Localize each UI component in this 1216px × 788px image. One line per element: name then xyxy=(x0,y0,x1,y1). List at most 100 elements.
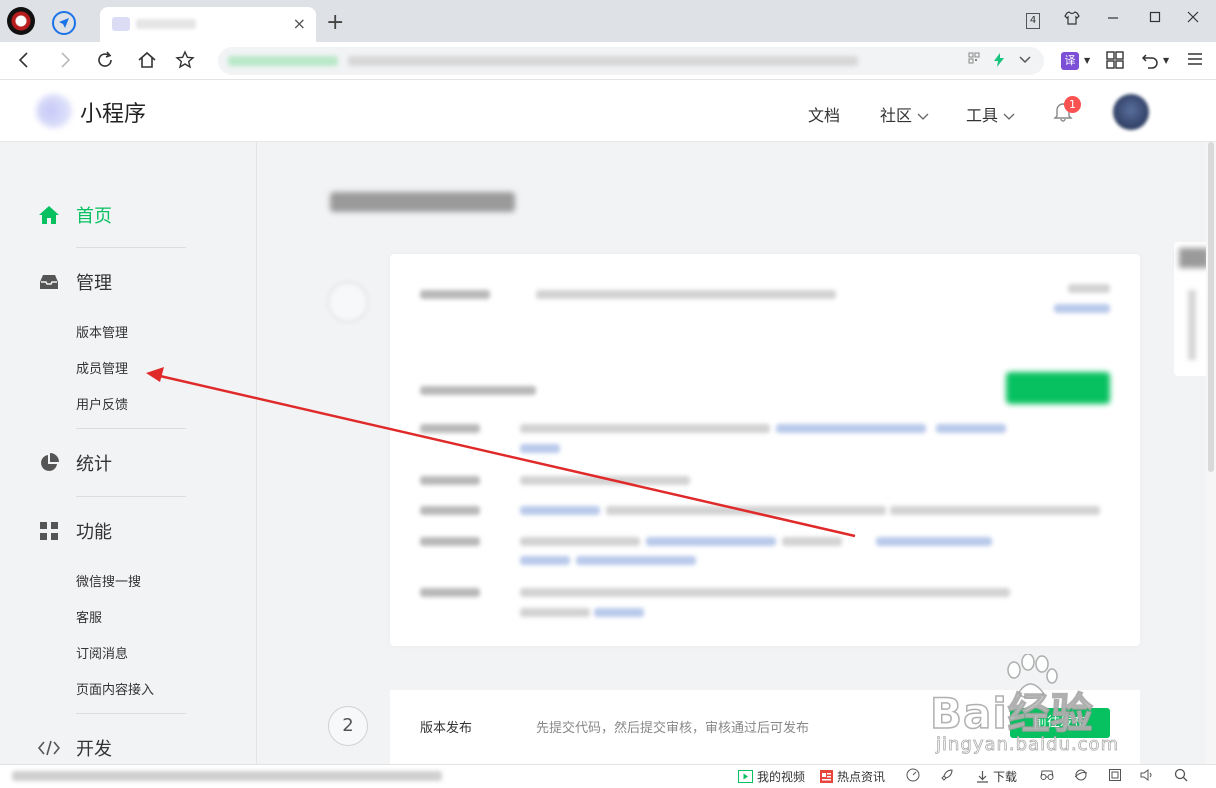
sidebar-item-label: 功能 xyxy=(76,522,112,543)
status-url xyxy=(12,771,442,781)
release-description: 先提交代码，然后提交审核，审核通过后可发布 xyxy=(536,721,810,736)
tab-count-icon[interactable]: 4 xyxy=(1026,13,1040,29)
browser-ie-icon[interactable] xyxy=(1074,768,1088,786)
reload-icon[interactable] xyxy=(95,50,115,75)
code-icon xyxy=(38,737,60,759)
download-icon xyxy=(977,771,988,783)
setup-card xyxy=(390,254,1140,646)
sidebar-divider xyxy=(76,428,186,429)
my-video-button[interactable]: 我的视频 xyxy=(738,768,805,785)
download-button[interactable]: 下载 xyxy=(976,768,1017,785)
rocket-icon[interactable] xyxy=(940,768,954,786)
sidebar-item-wechat-search[interactable]: 微信搜一搜 xyxy=(76,571,141,590)
translate-icon[interactable]: 译 xyxy=(1061,52,1079,70)
home-icon xyxy=(38,204,60,226)
sidebar: 首页 管理 版本管理 成员管理 用户反馈 统计 功能 微信搜一搜 客服 订阅消息… xyxy=(0,142,257,764)
url-text xyxy=(348,56,858,66)
navigation-arrow-icon[interactable] xyxy=(52,11,76,35)
sidebar-item-subscription-messages[interactable]: 订阅消息 xyxy=(76,643,128,662)
sidebar-item-manage[interactable]: 管理 xyxy=(38,269,112,295)
nav-docs[interactable]: 文档 xyxy=(808,102,840,126)
scrollbar-thumb[interactable] xyxy=(1208,142,1214,472)
sidebar-divider xyxy=(76,496,186,497)
nav-community[interactable]: 社区 xyxy=(880,102,929,126)
blurred-action-button[interactable] xyxy=(1006,372,1110,404)
sidebar-item-home[interactable]: 首页 xyxy=(38,202,112,228)
qr-code-icon[interactable] xyxy=(968,52,980,68)
avatar[interactable] xyxy=(1113,94,1149,130)
sidebar-item-member-management[interactable]: 成员管理 xyxy=(76,358,128,377)
chevron-down-icon xyxy=(917,113,929,120)
security-badge xyxy=(228,56,338,66)
speed-icon[interactable] xyxy=(906,768,920,786)
back-icon[interactable] xyxy=(14,50,34,75)
browser-status-bar: 我的视频 热点资讯 下载 xyxy=(0,764,1216,788)
menu-icon[interactable] xyxy=(1186,50,1204,73)
download-label: 下载 xyxy=(993,770,1018,784)
nav-tools-label: 工具 xyxy=(966,106,999,125)
active-tab[interactable]: × xyxy=(100,7,316,42)
tab-close-icon[interactable]: × xyxy=(293,14,306,33)
release-title: 版本发布 xyxy=(420,721,473,736)
sidebar-item-user-feedback[interactable]: 用户反馈 xyxy=(76,394,128,413)
chevron-down-icon xyxy=(1003,113,1015,120)
hot-news-button[interactable]: 热点资讯 xyxy=(820,768,885,785)
home-button-icon[interactable] xyxy=(137,50,157,75)
inbox-icon xyxy=(38,271,60,293)
baidu-watermark: Bai经验 jingyan.baidu.com xyxy=(929,654,1180,764)
news-icon xyxy=(820,770,833,783)
step-number xyxy=(328,282,368,322)
window-icon[interactable] xyxy=(1108,768,1122,786)
lightning-icon[interactable] xyxy=(992,52,1006,72)
sidebar-item-customer-service[interactable]: 客服 xyxy=(76,607,102,626)
translate-dropdown-icon[interactable]: ▼ xyxy=(1084,56,1090,65)
maximize-icon[interactable] xyxy=(1148,10,1162,28)
undo-dropdown-icon[interactable]: ▼ xyxy=(1163,56,1169,65)
tab-favicon-icon xyxy=(112,17,130,31)
scrollbar[interactable] xyxy=(1206,142,1216,764)
brand-name[interactable]: 小程序 xyxy=(80,96,146,128)
tab-title xyxy=(136,19,196,29)
grid-icon xyxy=(38,520,60,542)
forward-icon[interactable] xyxy=(55,50,75,75)
chevron-down-icon[interactable] xyxy=(1018,52,1032,70)
sidebar-item-features[interactable]: 功能 xyxy=(38,518,112,544)
glasses-icon[interactable] xyxy=(1040,768,1054,786)
sidebar-item-page-content-access[interactable]: 页面内容接入 xyxy=(76,679,154,698)
skin-icon[interactable] xyxy=(1064,10,1080,30)
browser-tab-bar: × + 4 xyxy=(0,0,1216,42)
sidebar-item-label: 统计 xyxy=(76,454,112,475)
site-header: 小程序 文档 社区 工具 1 xyxy=(0,80,1216,142)
sidebar-item-development[interactable]: 开发 xyxy=(38,735,112,761)
sidebar-divider xyxy=(76,713,186,714)
watermark-url: jingyan.baidu.com xyxy=(936,734,1120,756)
close-window-icon[interactable] xyxy=(1186,10,1200,28)
browser-logo-icon[interactable] xyxy=(7,7,35,35)
notification-badge: 1 xyxy=(1064,96,1081,113)
nav-tools[interactable]: 工具 xyxy=(966,102,1015,126)
volume-icon[interactable] xyxy=(1140,768,1154,786)
minimize-icon[interactable] xyxy=(1106,10,1120,28)
search-icon[interactable] xyxy=(1174,768,1188,786)
page-title xyxy=(330,192,515,212)
watermark-text: Bai经验 xyxy=(929,688,1094,739)
bookmark-star-icon[interactable] xyxy=(175,50,195,75)
my-video-label: 我的视频 xyxy=(757,770,806,784)
sidebar-item-label: 首页 xyxy=(76,206,112,227)
sidebar-item-label: 管理 xyxy=(76,273,112,294)
browser-toolbar: 译 ▼ ▼ xyxy=(0,42,1216,80)
sidebar-divider xyxy=(76,247,186,248)
pie-chart-icon xyxy=(38,452,60,474)
apps-grid-icon[interactable] xyxy=(1105,50,1125,75)
step-2-number: 2 xyxy=(328,706,368,746)
sidebar-item-version-management[interactable]: 版本管理 xyxy=(76,322,128,341)
nav-community-label: 社区 xyxy=(880,106,913,125)
new-tab-button[interactable]: + xyxy=(326,10,344,35)
sidebar-item-label: 开发 xyxy=(76,739,112,760)
brand-logo-icon[interactable] xyxy=(36,94,72,128)
address-bar[interactable] xyxy=(218,47,1044,75)
hot-news-label: 热点资讯 xyxy=(837,770,886,784)
sidebar-item-statistics[interactable]: 统计 xyxy=(38,450,112,476)
undo-icon[interactable] xyxy=(1140,50,1160,75)
play-icon xyxy=(738,770,753,783)
